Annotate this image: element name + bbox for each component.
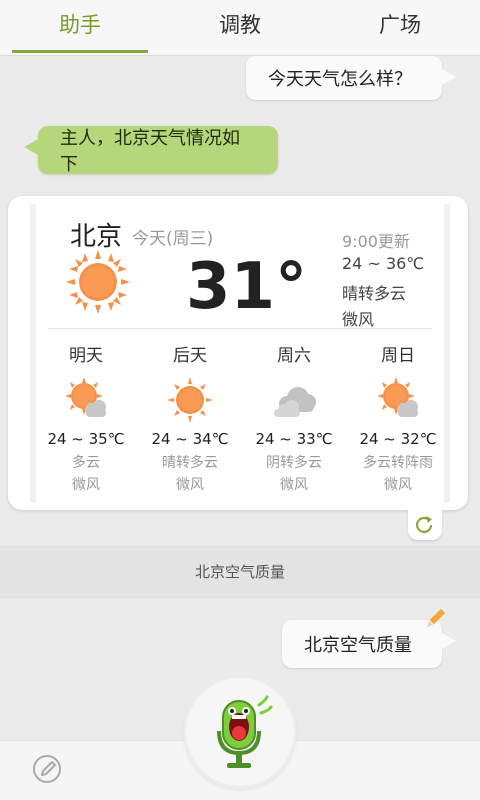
forecast-condition: 晴转多云 xyxy=(162,455,218,471)
forecast-day: 周日 24 ~ 32℃ 多云转阵雨 微风 xyxy=(346,344,450,496)
weather-card-body: 北京 今天(周三) 31° 9:00更新 24 ~ 36℃ 晴转多云 微风 明天… xyxy=(30,204,450,502)
tab-square[interactable]: 广场 xyxy=(320,0,480,55)
pencil-icon[interactable] xyxy=(424,606,448,630)
current-temperature: 31° xyxy=(186,250,308,324)
tab-assistant[interactable]: 助手 xyxy=(0,0,160,55)
cloud-icon xyxy=(274,387,316,417)
forecast-condition: 多云 xyxy=(72,455,100,471)
microphone-mascot-icon xyxy=(217,695,273,768)
forecast-wind: 微风 xyxy=(280,477,308,493)
update-time: 9:00更新 xyxy=(342,232,410,251)
sun-icon xyxy=(167,377,213,423)
forecast-wind: 微风 xyxy=(176,477,204,493)
suggestion-banner[interactable]: 北京空气质量 xyxy=(0,546,480,598)
user-message-bubble: 今天天气怎么样？ xyxy=(246,56,456,100)
forecast-range: 24 ~ 33℃ xyxy=(255,430,333,448)
forecast-range: 24 ~ 34℃ xyxy=(151,430,229,448)
edit-icon[interactable] xyxy=(30,752,64,786)
today-condition: 晴转多云 xyxy=(342,284,407,303)
today-range: 24 ~ 36℃ xyxy=(342,254,425,273)
forecast-condition: 多云转阵雨 xyxy=(363,455,433,471)
forecast-day-label: 周日 xyxy=(381,346,415,366)
user-message-text: 北京空气质量 xyxy=(304,635,412,656)
weather-card[interactable]: 北京 今天(周三) 31° 9:00更新 24 ~ 36℃ 晴转多云 微风 明天… xyxy=(8,196,468,510)
sun-icon xyxy=(66,250,130,314)
forecast-wind: 微风 xyxy=(72,477,100,493)
today-label: 今天(周三) xyxy=(132,229,214,249)
user-message-bubble: 北京空气质量 xyxy=(282,620,456,668)
voice-input-button[interactable] xyxy=(186,678,294,786)
tab-bar: 助手 调教 广场 xyxy=(0,0,480,56)
forecast-range: 24 ~ 35℃ xyxy=(47,430,125,448)
forecast-day-label: 周六 xyxy=(277,346,311,366)
user-message-text: 今天天气怎么样？ xyxy=(268,69,412,90)
bot-message-bubble: 主人，北京天气情况如下 xyxy=(24,126,278,175)
forecast-day: 明天 24 ~ 35℃ 多云 微风 xyxy=(34,344,138,496)
sun-cloud-icon xyxy=(377,377,418,417)
refresh-button[interactable] xyxy=(408,508,442,540)
forecast-condition: 阴转多云 xyxy=(266,455,322,471)
divider xyxy=(48,328,432,329)
forecast-day-label: 后天 xyxy=(173,346,207,366)
bot-message-text: 主人，北京天气情况如下 xyxy=(60,128,240,175)
forecast-range: 24 ~ 32℃ xyxy=(359,430,437,448)
today-wind: 微风 xyxy=(342,310,375,329)
refresh-icon xyxy=(416,516,433,533)
forecast-wind: 微风 xyxy=(384,477,412,493)
sun-cloud-icon xyxy=(65,377,106,417)
forecast-day: 周六 24 ~ 33℃ 阴转多云 微风 xyxy=(242,344,346,496)
forecast-day-label: 明天 xyxy=(69,346,103,366)
tab-training[interactable]: 调教 xyxy=(160,0,320,55)
forecast-day: 后天 24 ~ 34℃ 晴转多云 微风 xyxy=(138,344,242,496)
